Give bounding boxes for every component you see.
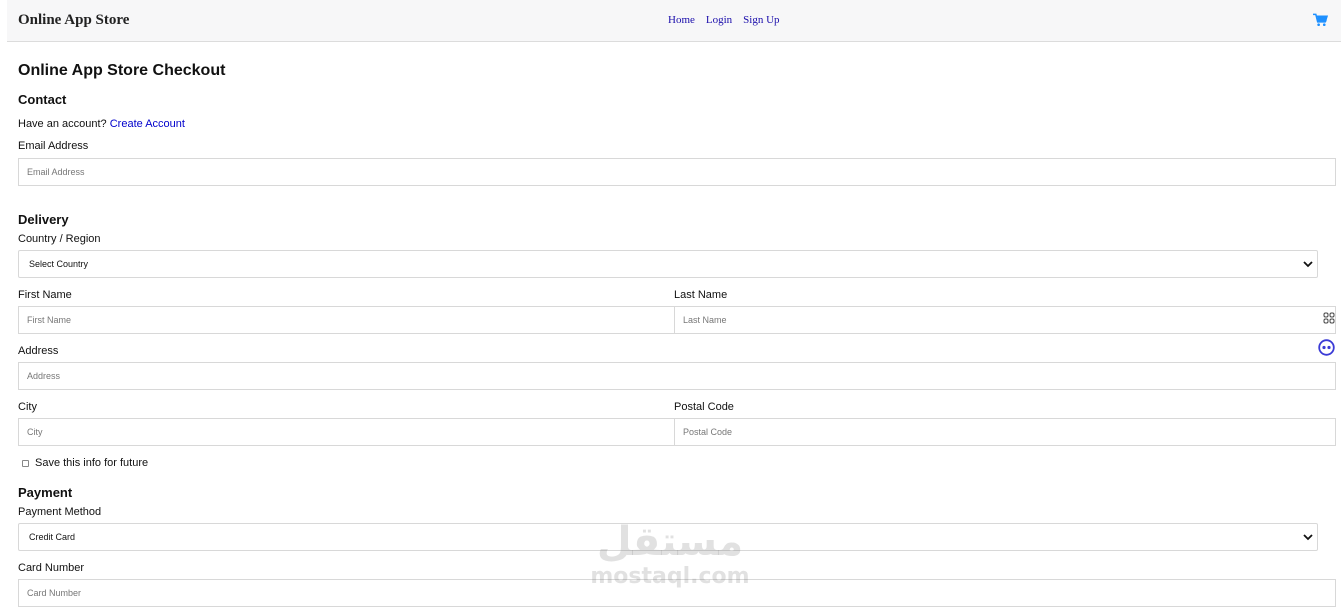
section-heading-contact: Contact [18, 92, 67, 107]
city-label: City [18, 401, 37, 413]
command-icon[interactable] [1323, 312, 1335, 324]
save-info-checkbox[interactable] [22, 460, 29, 467]
postal-code-field[interactable]: Postal Code [674, 418, 1336, 446]
last-name-field[interactable]: Last Name [674, 306, 1336, 334]
payment-method-value: Credit Card [29, 532, 76, 542]
nav-links: Home Login Sign Up [668, 14, 780, 26]
payment-method-label: Payment Method [18, 506, 102, 518]
nav-link-login[interactable]: Login [706, 14, 732, 26]
postal-code-label: Postal Code [674, 401, 734, 413]
section-heading-payment: Payment [18, 485, 73, 500]
section-heading-delivery: Delivery [18, 212, 69, 227]
email-field[interactable]: Email Address [18, 158, 1336, 186]
country-select-value: Select Country [29, 259, 89, 269]
chevron-down-icon [1303, 261, 1313, 268]
country-label: Country / Region [18, 233, 101, 245]
nav-link-signup[interactable]: Sign Up [743, 14, 779, 26]
brand-logo[interactable]: Online App Store [18, 12, 129, 29]
create-account-link[interactable]: Create Account [110, 118, 185, 130]
card-number-label: Card Number [18, 562, 85, 574]
account-prompt: Have an account? [18, 118, 107, 130]
nav-link-home[interactable]: Home [668, 14, 695, 26]
address-label: Address [18, 345, 59, 357]
cart-icon[interactable] [1313, 13, 1328, 27]
first-name-field[interactable]: First Name [18, 306, 675, 334]
first-name-label: First Name [18, 289, 72, 301]
address-field[interactable]: Address [18, 362, 1336, 390]
account-prompt-line: Have an account? Create Account [18, 118, 185, 130]
last-name-label: Last Name [674, 289, 728, 301]
email-label: Email Address [18, 140, 89, 152]
card-number-field[interactable]: Card Number [18, 579, 1336, 607]
payment-method-select[interactable]: Credit Card [18, 523, 1318, 551]
page-title: Online App Store Checkout [18, 62, 226, 79]
assistant-bot-icon[interactable] [1318, 339, 1335, 356]
country-select[interactable]: Select Country [18, 250, 1318, 278]
city-field[interactable]: City [18, 418, 675, 446]
top-navbar: Online App Store Home Login Sign Up [7, 0, 1341, 42]
save-info-label[interactable]: Save this info for future [35, 457, 148, 469]
chevron-down-icon [1303, 534, 1313, 541]
